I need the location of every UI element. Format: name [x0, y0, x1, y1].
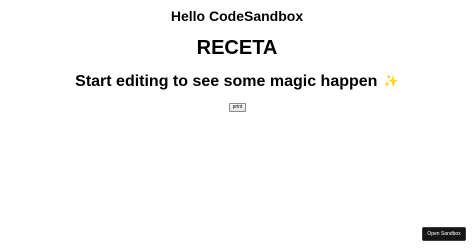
sparkles-icon: ✨	[383, 74, 399, 88]
app-root: Hello CodeSandbox RECETA Start editing t…	[0, 0, 474, 248]
page-title: RECETA	[196, 37, 278, 59]
print-button[interactable]: print	[229, 103, 246, 112]
open-sandbox-button[interactable]: Open Sandbox	[422, 227, 466, 241]
greeting-heading: Hello CodeSandbox	[170, 8, 304, 24]
subtitle-text: Start editing to see some magic happen	[75, 73, 378, 90]
subtitle-heading: Start editing to see some magic happen ✨	[0, 70, 474, 93]
